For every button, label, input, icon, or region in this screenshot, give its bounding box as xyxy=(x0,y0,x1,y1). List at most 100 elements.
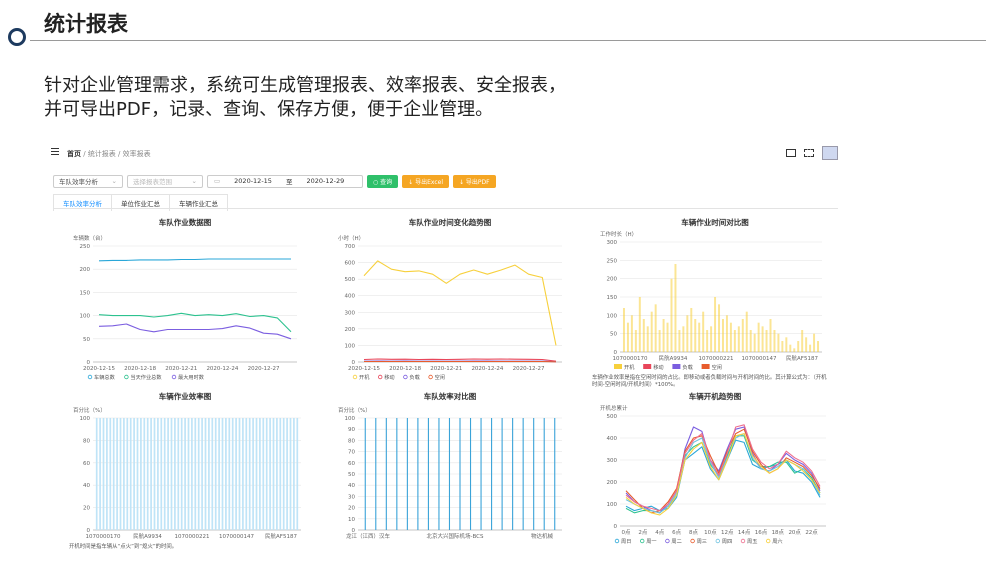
bar xyxy=(102,418,105,530)
bar xyxy=(197,418,200,530)
bar xyxy=(248,418,251,530)
bar xyxy=(160,418,163,530)
screen-icon[interactable] xyxy=(786,149,796,157)
date-range-picker[interactable]: ▭ 2020-12-15 至 2020-12-29 xyxy=(207,174,363,188)
legend-marker-周日 xyxy=(614,538,620,544)
chart-title: 车辆作业时间对比图 xyxy=(681,217,749,227)
chart-note: 开机时间是指车辆从“点火”到“熄火”的时间。 xyxy=(69,542,177,550)
menu-toggle-icon[interactable] xyxy=(51,148,59,155)
breadcrumb-sep: / xyxy=(81,150,88,158)
legend-marker-周二 xyxy=(665,538,670,544)
chart-fleet-work-data: 车队作业数据图 车辆数（台） 0 50 100 150 200 250 2020-12-15 20… xyxy=(65,216,305,388)
bar xyxy=(99,418,101,530)
y-tick-label: 50 xyxy=(83,337,90,343)
bar xyxy=(813,333,816,352)
bar xyxy=(714,297,717,352)
x-tick-label: 1070000170 xyxy=(613,356,648,362)
y-tick-label: 200 xyxy=(345,327,356,333)
fullscreen-icon[interactable] xyxy=(804,149,814,157)
x-tick-label: 2020-12-18 xyxy=(124,366,156,372)
bar xyxy=(136,418,139,530)
scope-select[interactable]: 选择报表范围 ⌄ xyxy=(127,174,203,188)
bar xyxy=(554,418,556,530)
breadcrumb-current: 效率报表 xyxy=(122,150,151,158)
legend-label: 最大用时数 xyxy=(178,373,205,381)
bar xyxy=(543,418,545,530)
x-tick-label: 2020-12-15 xyxy=(348,366,380,372)
bar xyxy=(194,418,197,530)
export-pdf-button[interactable]: ↓ 导出PDF xyxy=(453,174,496,188)
bar xyxy=(109,418,112,530)
bar xyxy=(286,418,288,530)
breadcrumb-home[interactable]: 首页 xyxy=(67,150,81,158)
bar xyxy=(753,333,756,352)
legend-label: 周日 xyxy=(621,538,631,545)
x-tick-label: 民航A9934 xyxy=(659,354,688,362)
query-button[interactable]: ○ 查询 xyxy=(367,174,399,188)
date-start[interactable]: 2020-12-15 xyxy=(234,177,272,185)
series-line-周四 xyxy=(625,433,821,514)
breadcrumb-sep: / xyxy=(115,150,123,158)
bar xyxy=(174,418,176,530)
bar xyxy=(781,341,784,352)
y-tick-label: 40 xyxy=(83,483,90,489)
legend-label: 周五 xyxy=(747,538,757,545)
x-tick-label: 14点 xyxy=(738,529,751,536)
bar xyxy=(741,319,744,352)
bar xyxy=(228,418,231,530)
y-axis-label: 开机总累计 xyxy=(600,404,628,412)
avatar[interactable] xyxy=(822,146,838,160)
bar xyxy=(204,418,207,530)
chart-vehicle-time-compare: 车辆作业时间对比图 工作时长（H） 0 50 100 150 200 250 300 107000… xyxy=(590,216,840,388)
bar xyxy=(417,418,419,530)
legend-marker-移动 xyxy=(643,364,652,369)
x-tick-label: 4点 xyxy=(655,529,664,536)
bar xyxy=(522,418,524,530)
y-tick-label: 200 xyxy=(80,267,91,273)
chart-note: 车辆作业效率是指在空闲时间的占比。即移动或者负载时间与开机时间的比。其计算公式为… xyxy=(592,373,827,381)
bar xyxy=(106,418,108,530)
y-axis-label: 百分比（%） xyxy=(73,406,106,414)
chart-note: 时间-空闲时间/开机时间）*100%。 xyxy=(592,380,679,388)
bar xyxy=(269,418,271,530)
series-line-车辆总数 xyxy=(98,258,291,262)
legend-marker-空闲 xyxy=(701,364,710,369)
x-tick-label: 12点 xyxy=(721,529,734,536)
tabs-underline xyxy=(53,208,838,209)
legend-label: 开机 xyxy=(359,373,370,381)
report-type-select[interactable]: 车队效率分析 ⌄ xyxy=(53,174,123,188)
legend-label: 负载 xyxy=(682,363,692,371)
bar xyxy=(745,311,748,352)
chart-title: 车辆开机趋势图 xyxy=(689,391,742,401)
x-tick-label: 民航A9934 xyxy=(133,532,162,540)
bar xyxy=(785,337,788,352)
bar xyxy=(163,418,166,530)
bar xyxy=(805,337,808,352)
calendar-icon: ▭ xyxy=(214,177,221,185)
bar xyxy=(777,333,780,352)
export-excel-button[interactable]: ↓ 导出Excel xyxy=(402,174,449,188)
date-end[interactable]: 2020-12-29 xyxy=(306,177,344,185)
x-tick-label: 1070000221 xyxy=(175,534,210,540)
x-tick-label: 2020-12-15 xyxy=(83,366,115,372)
legend-marker-周六 xyxy=(765,538,771,544)
y-tick-label: 100 xyxy=(80,314,91,320)
bar xyxy=(218,418,220,530)
y-tick-label: 400 xyxy=(345,294,356,300)
legend-label: 周四 xyxy=(722,538,732,545)
breadcrumb-reports[interactable]: 统计报表 xyxy=(88,150,116,158)
y-tick-label: 50 xyxy=(610,332,617,338)
bar xyxy=(201,418,203,530)
x-tick-label: 2020-12-24 xyxy=(206,366,238,372)
bar xyxy=(375,418,377,530)
bar xyxy=(221,418,224,530)
bar xyxy=(153,418,156,530)
legend-label: 开机 xyxy=(624,363,635,371)
bar xyxy=(211,418,214,530)
x-tick-label: 2020-12-21 xyxy=(430,366,462,372)
y-tick-label: 500 xyxy=(607,414,618,420)
x-tick-label: 民航AF5187 xyxy=(265,532,297,540)
legend-label: 周三 xyxy=(697,538,707,545)
x-tick-label: 18点 xyxy=(772,529,785,536)
bar xyxy=(706,330,709,352)
